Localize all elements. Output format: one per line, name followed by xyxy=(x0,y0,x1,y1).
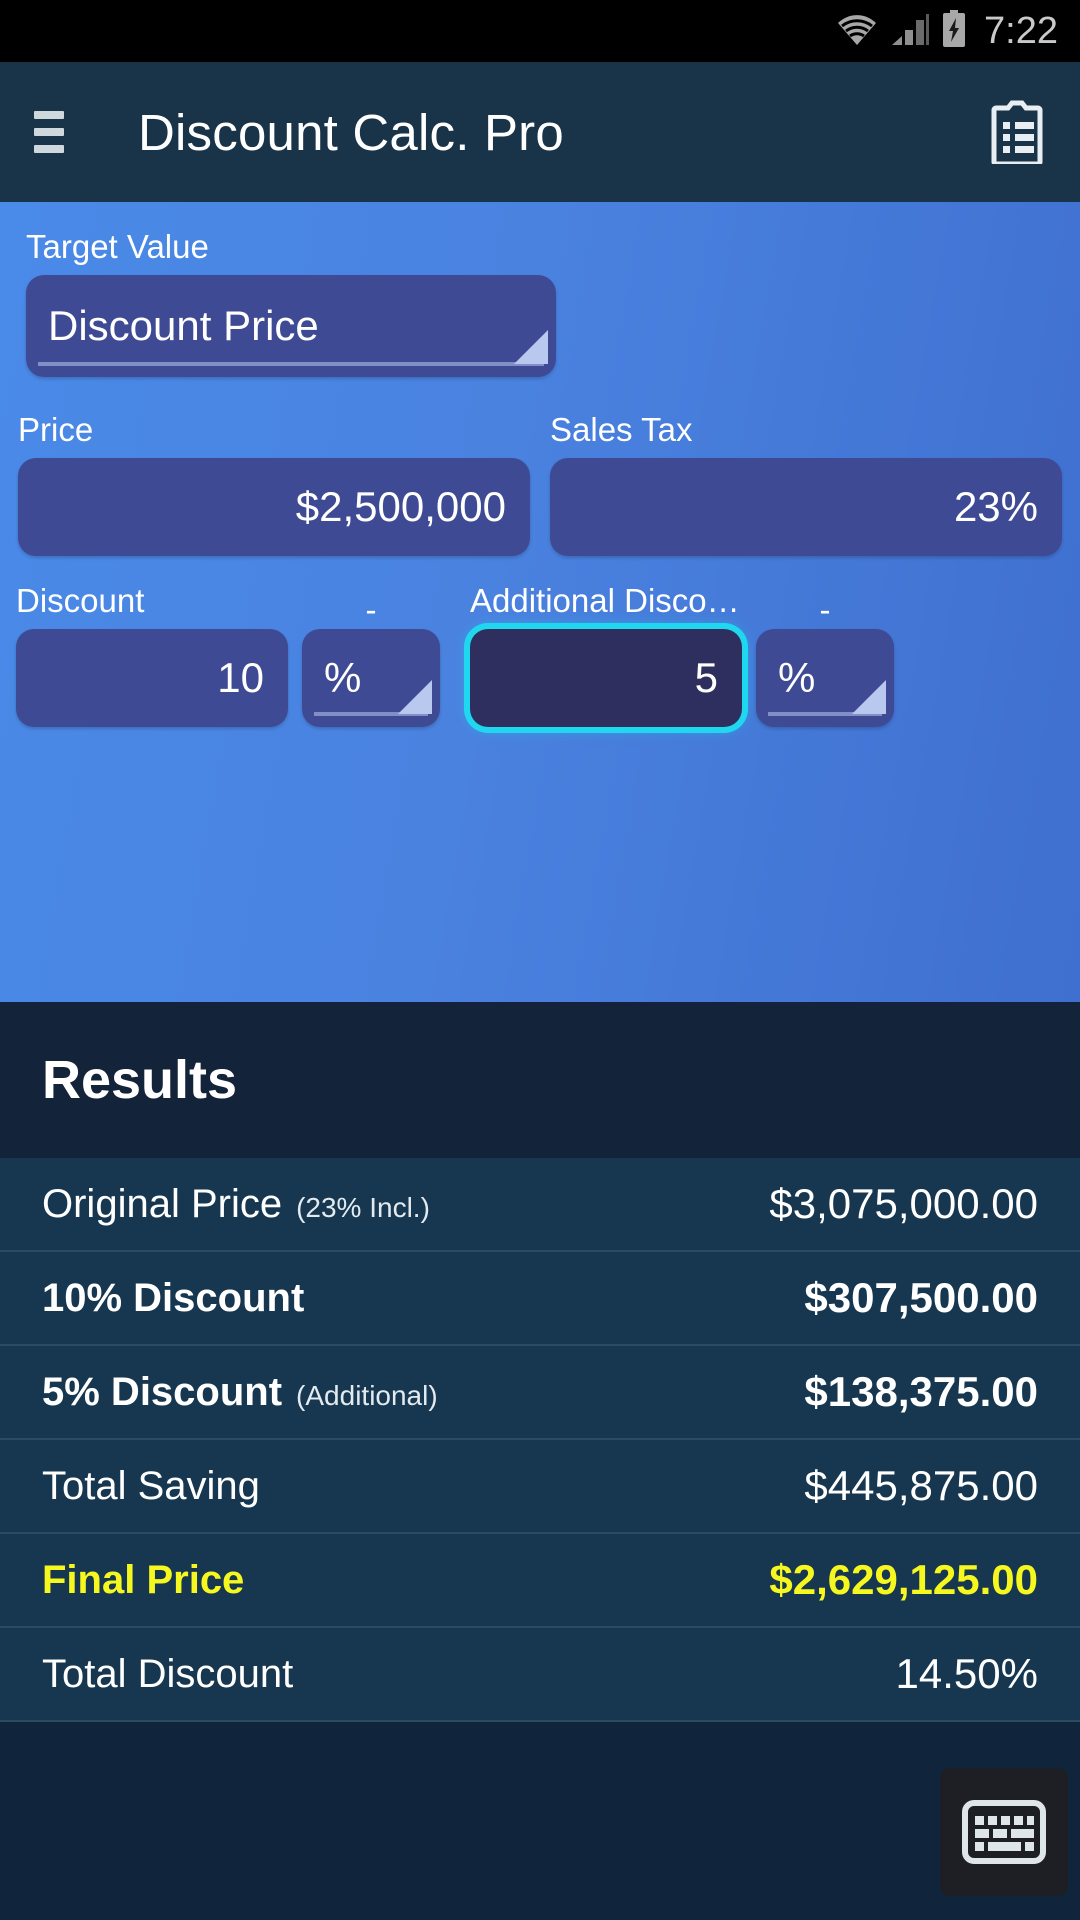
additional-discount-field-wrap: Additional Discou… 5 xyxy=(470,582,742,727)
clipboard-list-icon[interactable] xyxy=(988,100,1046,164)
discount-dash: - xyxy=(302,591,440,629)
result-value: $2,629,125.00 xyxy=(769,1556,1038,1604)
keyboard-toggle-button[interactable] xyxy=(940,1768,1068,1896)
discount-field-wrap: Discount 10 xyxy=(16,582,288,727)
dropdown-underline xyxy=(38,362,544,366)
result-row-left: Original Price (23% Incl.) xyxy=(42,1182,430,1227)
discount-value: 10 xyxy=(16,654,288,702)
price-value: $2,500,000 xyxy=(18,483,530,531)
result-label: 10% Discount xyxy=(42,1276,304,1321)
price-input[interactable]: $2,500,000 xyxy=(18,458,530,556)
result-value: $307,500.00 xyxy=(804,1274,1038,1322)
result-value: $445,875.00 xyxy=(804,1462,1038,1510)
cellular-signal-icon xyxy=(888,12,930,51)
price-group: Price $2,500,000 xyxy=(18,411,530,556)
target-value-selected: Discount Price xyxy=(26,302,341,350)
results-list: Original Price (23% Incl.) $3,075,000.00 10… xyxy=(0,1158,1080,1722)
keyboard-icon xyxy=(961,1797,1047,1867)
result-label: Final Price xyxy=(42,1558,244,1603)
result-row: Original Price (23% Incl.) $3,075,000.00 xyxy=(0,1158,1080,1252)
results-title: Results xyxy=(42,1049,237,1111)
page-title: Discount Calc. Pro xyxy=(138,103,564,162)
result-row: Final Price $2,629,125.00 xyxy=(0,1534,1080,1628)
result-row-left: Final Price xyxy=(42,1558,244,1603)
result-label: Total Discount xyxy=(42,1652,293,1697)
discount-unit-wrap: - % xyxy=(288,591,440,727)
target-value-label: Target Value xyxy=(26,228,1054,266)
sales-tax-input[interactable]: 23% xyxy=(550,458,1062,556)
result-note: (Additional) xyxy=(296,1380,438,1412)
result-value: $3,075,000.00 xyxy=(769,1180,1038,1228)
calculator-form: Target Value Discount Price Price $2,500… xyxy=(0,202,1080,1002)
result-row-left: 5% Discount (Additional) xyxy=(42,1370,438,1415)
discount-unit-value: % xyxy=(302,654,383,702)
target-value-dropdown[interactable]: Discount Price xyxy=(26,275,556,377)
chevron-down-icon xyxy=(852,680,886,714)
result-row: Total Saving $445,875.00 xyxy=(0,1440,1080,1534)
discount-unit-dropdown[interactable]: % xyxy=(302,629,440,727)
additional-discount-unit-value: % xyxy=(756,654,837,702)
price-label: Price xyxy=(18,411,530,449)
result-label: Original Price xyxy=(42,1182,282,1227)
result-value: 14.50% xyxy=(896,1650,1038,1698)
result-row-left: 10% Discount xyxy=(42,1276,304,1321)
sales-tax-label: Sales Tax xyxy=(550,411,1062,449)
results-header: Results xyxy=(0,1002,1080,1158)
result-label: Total Saving xyxy=(42,1464,260,1509)
results-section: Results Original Price (23% Incl.) $3,075,… xyxy=(0,1002,1080,1920)
discount-group: Discount 10 - % xyxy=(16,582,440,727)
target-value-group: Target Value Discount Price xyxy=(0,228,1080,377)
app-screen: 7:22 Discount Calc. Pro Target Value xyxy=(0,0,1080,1920)
hamburger-menu-icon[interactable] xyxy=(34,111,78,153)
additional-discount-label: Additional Discou… xyxy=(470,582,742,620)
sales-tax-group: Sales Tax 23% xyxy=(550,411,1062,556)
wifi-icon xyxy=(836,12,878,51)
result-row: 5% Discount (Additional) $138,375.00 xyxy=(0,1346,1080,1440)
price-tax-row: Price $2,500,000 Sales Tax 23% xyxy=(0,411,1080,556)
additional-discount-value: 5 xyxy=(470,654,742,702)
app-bar: Discount Calc. Pro xyxy=(0,62,1080,202)
result-value: $138,375.00 xyxy=(804,1368,1038,1416)
additional-discount-group: Additional Discou… 5 - % xyxy=(470,582,894,727)
additional-discount-dash: - xyxy=(756,591,894,629)
additional-discount-unit-wrap: - % xyxy=(742,591,894,727)
status-bar: 7:22 xyxy=(0,0,1080,62)
additional-discount-unit-dropdown[interactable]: % xyxy=(756,629,894,727)
status-bar-clock: 7:22 xyxy=(978,12,1058,50)
chevron-down-icon xyxy=(514,330,548,364)
result-row-left: Total Saving xyxy=(42,1464,260,1509)
battery-charging-icon xyxy=(940,10,968,53)
chevron-down-icon xyxy=(398,680,432,714)
discount-label: Discount xyxy=(16,582,288,620)
result-row: 10% Discount $307,500.00 xyxy=(0,1252,1080,1346)
result-row-left: Total Discount xyxy=(42,1652,293,1697)
result-row: Total Discount 14.50% xyxy=(0,1628,1080,1722)
result-note: (23% Incl.) xyxy=(296,1192,430,1224)
sales-tax-value: 23% xyxy=(550,483,1062,531)
additional-discount-input[interactable]: 5 xyxy=(470,629,742,727)
discount-input[interactable]: 10 xyxy=(16,629,288,727)
discount-row: Discount 10 - % Additional Discou… xyxy=(0,582,1080,727)
result-label: 5% Discount xyxy=(42,1370,282,1415)
